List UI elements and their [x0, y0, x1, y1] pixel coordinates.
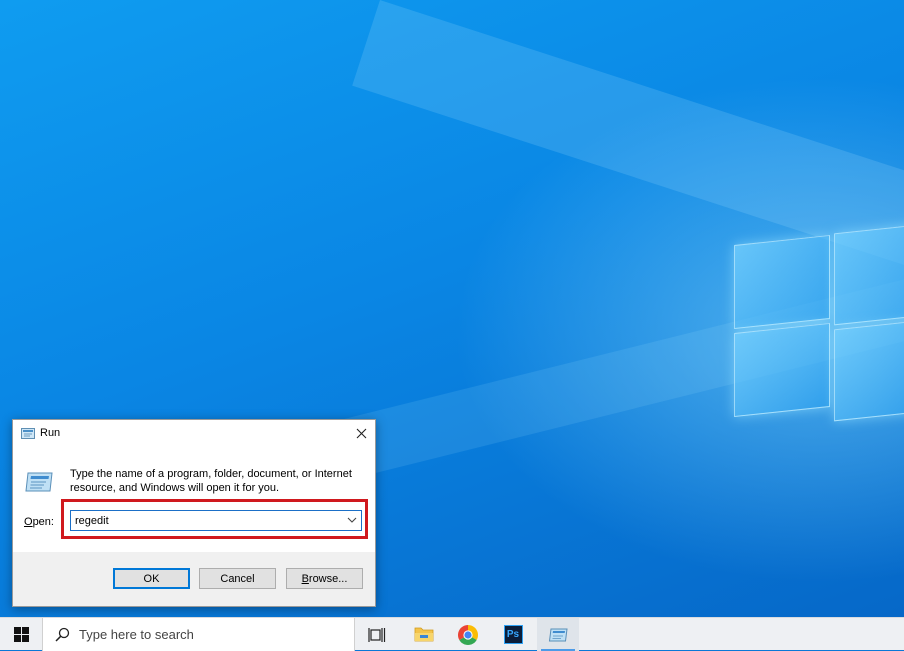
taskbar-search[interactable]: Type here to search	[42, 618, 355, 651]
close-button[interactable]	[347, 420, 375, 446]
open-input[interactable]	[71, 511, 335, 530]
taskbar: Type here to search Ps	[0, 617, 904, 651]
file-explorer-icon	[414, 627, 434, 642]
photoshop-icon: Ps	[503, 625, 523, 644]
photoshop-icon-label: Ps	[506, 629, 520, 640]
search-icon	[55, 627, 70, 642]
run-icon	[21, 428, 35, 439]
run-taskbar-button[interactable]	[537, 618, 579, 651]
dialog-title: Run	[40, 427, 61, 439]
run-titlebar[interactable]: Run	[13, 420, 375, 448]
button-area: OK Cancel Browse...	[13, 552, 375, 606]
run-program-icon	[25, 472, 53, 492]
task-view-icon	[368, 627, 386, 642]
search-placeholder: Type here to search	[79, 627, 194, 642]
photoshop-button[interactable]: Ps	[492, 618, 534, 651]
chevron-down-icon[interactable]	[346, 514, 358, 526]
start-button[interactable]	[0, 618, 42, 651]
run-icon	[548, 628, 568, 641]
windows-start-icon	[13, 627, 29, 642]
file-explorer-button[interactable]	[403, 618, 445, 651]
close-icon	[356, 428, 366, 438]
task-view-button[interactable]	[356, 618, 398, 651]
open-combobox[interactable]	[70, 510, 362, 531]
dialog-description: Type the name of a program, folder, docu…	[70, 468, 352, 494]
ok-button[interactable]: OK	[113, 568, 190, 589]
chrome-icon	[458, 624, 478, 645]
run-dialog: Run Type the name of a program, folder, …	[12, 419, 376, 607]
windows-logo-wallpaper	[734, 218, 904, 422]
cancel-button[interactable]: Cancel	[199, 568, 276, 589]
chrome-button[interactable]	[447, 618, 489, 651]
browse-button[interactable]: Browse...	[286, 568, 363, 589]
open-label: Open:	[24, 516, 54, 528]
